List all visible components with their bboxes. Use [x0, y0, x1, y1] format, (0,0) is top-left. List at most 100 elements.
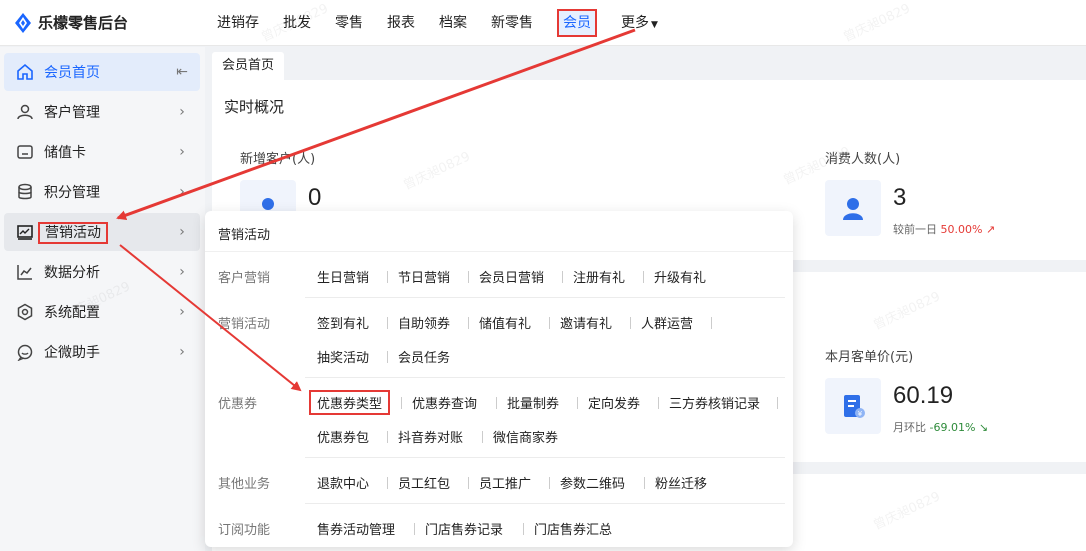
tab-member-home[interactable]: 会员首页	[212, 52, 285, 80]
link-douyin-reconcile[interactable]: 抖音券对账	[398, 427, 463, 446]
link-check-in-gift[interactable]: 签到有礼	[317, 313, 369, 332]
sidebar-item-points[interactable]: 积分管理 ›	[4, 173, 200, 211]
nav-member[interactable]: 会员	[545, 0, 609, 46]
sidebar-item-label: 会员首页	[44, 65, 100, 81]
divider	[401, 397, 402, 409]
nav-retail[interactable]: 零售	[323, 0, 375, 46]
nav-reports[interactable]: 报表	[375, 0, 427, 46]
link-param-qrcode[interactable]: 参数二维码	[560, 473, 625, 492]
link-batch-coupon[interactable]: 批量制券	[507, 393, 559, 412]
link-targeted-issue[interactable]: 定向发券	[588, 393, 640, 412]
divider	[644, 477, 645, 489]
link-upgrade-gift[interactable]: 升级有礼	[654, 267, 706, 286]
sidebar-item-system-config[interactable]: 系统配置 ›	[4, 293, 200, 331]
home-icon	[16, 63, 34, 81]
sidebar-item-member-home[interactable]: 会员首页 ⇤	[4, 53, 200, 91]
category-marketing-activity: 营销活动	[218, 317, 271, 332]
link-coupon-pack[interactable]: 优惠券包	[317, 427, 369, 446]
sidebar-item-data-analysis[interactable]: 数据分析 ›	[4, 253, 200, 291]
link-wechat-merchant-coupon[interactable]: 微信商家券	[493, 427, 558, 446]
link-crowd-operation[interactable]: 人群运营	[641, 313, 693, 332]
link-staff-promotion[interactable]: 员工推广	[479, 473, 531, 492]
receipt-icon: ¥	[825, 378, 881, 434]
link-birthday-marketing[interactable]: 生日营销	[317, 267, 369, 286]
divider	[414, 523, 415, 535]
link-invite-gift[interactable]: 邀请有礼	[560, 313, 612, 332]
divider	[468, 271, 469, 283]
app-logo[interactable]: 乐檬零售后台	[14, 12, 128, 33]
sidebar-item-stored-value-card[interactable]: 储值卡 ›	[4, 133, 200, 171]
user-icon	[16, 103, 34, 121]
link-refund-center[interactable]: 退款中心	[317, 473, 369, 492]
link-lottery[interactable]: 抽奖活动	[317, 347, 369, 366]
category-other-business: 其他业务	[218, 477, 271, 492]
compare-value: 50.00%	[940, 223, 983, 236]
sidebar-item-wecom-assistant[interactable]: 企微助手 ›	[4, 333, 200, 371]
nav-inventory[interactable]: 进销存	[205, 0, 271, 46]
caret-down-icon: ▼	[651, 20, 658, 30]
divider	[305, 297, 785, 298]
link-self-claim-coupon[interactable]: 自助领券	[398, 313, 450, 332]
link-holiday-marketing[interactable]: 节日营销	[398, 267, 450, 286]
link-fan-migration[interactable]: 粉丝迁移	[655, 473, 707, 492]
settings-icon	[16, 303, 34, 321]
link-member-task[interactable]: 会员任务	[398, 347, 450, 366]
chevron-right-icon: ›	[179, 104, 185, 120]
card-icon	[16, 143, 34, 161]
user-avatar-icon	[825, 180, 881, 236]
sidebar-item-label-wrap: 营销活动	[38, 222, 172, 244]
divider	[711, 317, 712, 329]
divider	[387, 317, 388, 329]
chevron-right-icon: ›	[179, 344, 185, 360]
chevron-right-icon: ›	[179, 144, 185, 160]
category-customer-marketing: 客户营销	[218, 271, 271, 286]
link-coupon-query[interactable]: 优惠券查询	[412, 393, 477, 412]
category-subscription: 订阅功能	[218, 523, 271, 538]
nav-new-retail[interactable]: 新零售	[479, 0, 545, 46]
divider	[549, 317, 550, 329]
divider	[387, 477, 388, 489]
dropdown-title: 营销活动	[218, 228, 271, 243]
divider	[205, 251, 793, 252]
link-coupon-type[interactable]: 优惠券类型	[309, 390, 391, 415]
divider	[387, 271, 388, 283]
link-member-day-marketing[interactable]: 会员日营销	[479, 267, 544, 286]
category-coupons: 优惠券	[218, 397, 258, 412]
divider	[468, 317, 469, 329]
divider	[562, 271, 563, 283]
divider	[523, 523, 524, 535]
sidebar-item-marketing[interactable]: 营销活动 ›	[4, 213, 200, 251]
divider	[387, 431, 388, 443]
nav-more[interactable]: 更多 ▼	[609, 0, 670, 46]
collapse-sidebar-icon[interactable]: ⇤	[172, 64, 192, 80]
divider	[482, 431, 483, 443]
divider	[777, 397, 778, 409]
link-staff-red-packet[interactable]: 员工红包	[398, 473, 450, 492]
top-bar: 乐檬零售后台 进销存 批发 零售 报表 档案 新零售 会员 更多 ▼	[0, 0, 1086, 46]
sidebar-item-customers[interactable]: 客户管理 ›	[4, 93, 200, 131]
sidebar-item-label: 系统配置	[44, 305, 100, 321]
avg-price-value: 60.19	[893, 382, 954, 409]
nav-wholesale[interactable]: 批发	[271, 0, 323, 46]
link-store-coupon-sale-records[interactable]: 门店售券记录	[425, 519, 503, 538]
logo-icon	[15, 12, 31, 33]
app-title: 乐檬零售后台	[38, 14, 129, 32]
nav-archive[interactable]: 档案	[427, 0, 479, 46]
avg-price-label: 本月客单价(元)	[825, 350, 914, 365]
chevron-right-icon: ›	[179, 184, 185, 200]
link-register-gift[interactable]: 注册有礼	[573, 267, 625, 286]
section-title: 实时概况	[224, 98, 285, 116]
sidebar: 会员首页 ⇤ 客户管理 › 储值卡 › 积分管理 › 营销活动 › 数据分析 ›…	[0, 47, 205, 551]
divider	[643, 271, 644, 283]
link-third-party-redemption[interactable]: 三方券核销记录	[669, 393, 760, 412]
compare-label: 月环比	[893, 421, 926, 434]
link-stored-value-gift[interactable]: 储值有礼	[479, 313, 531, 332]
divider	[630, 317, 631, 329]
link-store-coupon-sale-summary[interactable]: 门店售券汇总	[534, 519, 612, 538]
chevron-right-icon: ›	[179, 224, 185, 240]
link-coupon-sale-management[interactable]: 售券活动管理	[317, 519, 395, 538]
database-icon	[16, 183, 34, 201]
compare-label: 较前一日	[893, 223, 937, 236]
compare-value: -69.01%	[929, 421, 976, 434]
divider	[305, 457, 785, 458]
